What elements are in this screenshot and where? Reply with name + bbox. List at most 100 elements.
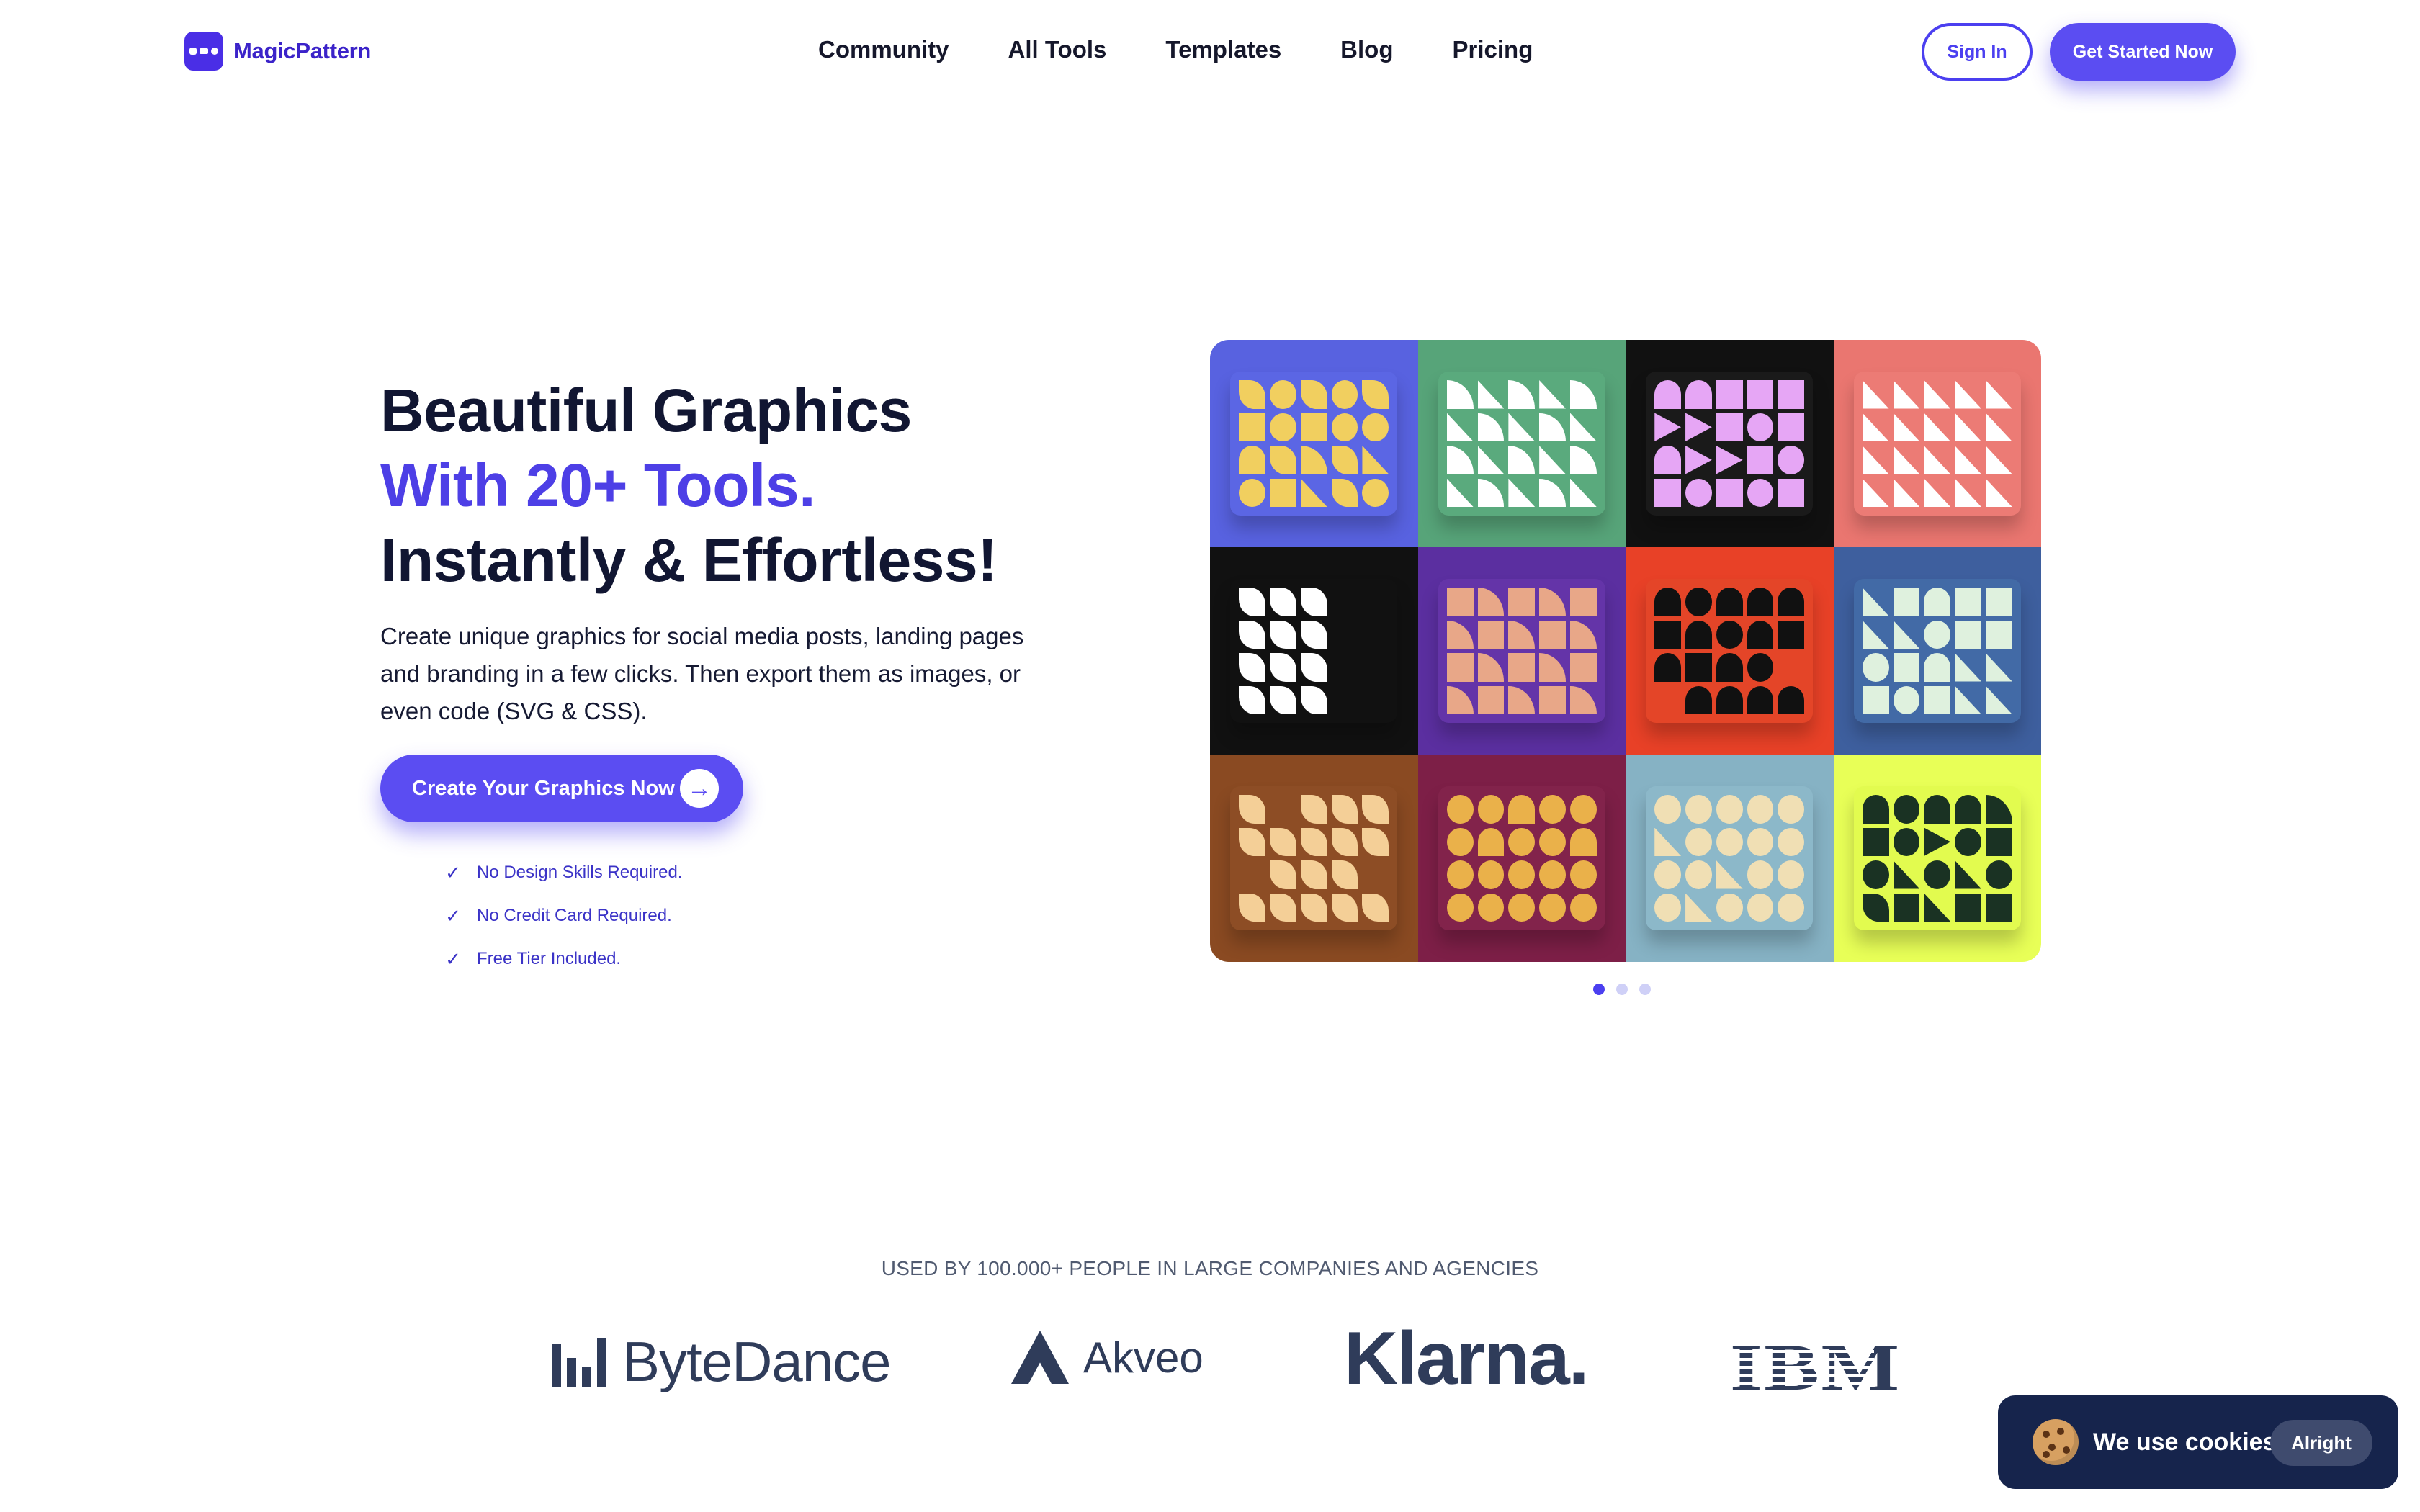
nav-community[interactable]: Community xyxy=(818,36,949,63)
pattern-shape xyxy=(1300,620,1327,649)
nav-pricing[interactable]: Pricing xyxy=(1453,36,1533,63)
klarna-wordmark: Klarna. xyxy=(1344,1317,1590,1400)
create-graphics-button[interactable]: Create Your Graphics Now → xyxy=(380,755,743,822)
feature-text: No Design Skills Required. xyxy=(477,863,683,882)
pattern-shape xyxy=(1985,620,2012,649)
nav-blog[interactable]: Blog xyxy=(1340,36,1393,63)
pattern-card xyxy=(1646,372,1814,516)
pattern-shape xyxy=(1685,588,1712,616)
pattern-shape xyxy=(1477,588,1505,616)
pattern-shape xyxy=(1477,685,1505,714)
pattern-shape xyxy=(1955,893,1981,922)
pattern-shape xyxy=(1893,685,1920,714)
carousel-dot[interactable] xyxy=(1639,984,1651,995)
pattern-shape xyxy=(1924,653,1951,682)
pattern-shape xyxy=(1569,620,1597,649)
pattern-shape xyxy=(1239,588,1266,616)
pattern-tile xyxy=(1833,547,2041,755)
pattern-shape xyxy=(1539,860,1566,889)
pattern-shape xyxy=(1300,446,1327,474)
pattern-shape xyxy=(1716,893,1743,922)
pattern-shape xyxy=(1955,860,1981,889)
pattern-shape xyxy=(1477,478,1505,507)
pattern-shape xyxy=(1569,588,1597,616)
pattern-shape xyxy=(1716,795,1743,824)
pattern-shape xyxy=(1477,380,1505,409)
nav-templates[interactable]: Templates xyxy=(1165,36,1281,63)
pattern-shape xyxy=(1539,588,1566,616)
pattern-shape xyxy=(1862,380,1889,409)
pattern-shape xyxy=(1270,413,1296,441)
feature-list: ✓ No Design Skills Required. ✓ No Credit C… xyxy=(444,851,682,981)
carousel-dot[interactable] xyxy=(1593,984,1605,995)
pattern-shape xyxy=(1955,588,1981,616)
klarna-logo: Klarna. xyxy=(1344,1316,1590,1402)
pattern-card xyxy=(1853,372,2021,516)
pattern-shape xyxy=(1716,446,1743,474)
get-started-button[interactable]: Get Started Now xyxy=(2050,23,2236,81)
pattern-shape xyxy=(1362,380,1389,409)
pattern-shape xyxy=(1270,478,1296,507)
carousel-dots xyxy=(1593,984,1651,995)
pattern-shape xyxy=(1270,588,1296,616)
pattern-shape xyxy=(1985,588,2012,616)
pattern-shape xyxy=(1508,478,1536,507)
pattern-shape xyxy=(1716,653,1743,682)
pattern-shape xyxy=(1716,827,1743,856)
bytedance-mark xyxy=(552,1337,606,1387)
pattern-shape xyxy=(1747,860,1774,889)
carousel-dot[interactable] xyxy=(1616,984,1628,995)
pattern-tile xyxy=(1626,340,1834,547)
pattern-shape xyxy=(1239,478,1266,507)
pattern-shape xyxy=(1362,893,1389,922)
check-icon: ✓ xyxy=(445,861,461,883)
pattern-shape xyxy=(1862,588,1889,616)
pattern-shape xyxy=(1747,620,1774,649)
pattern-shape xyxy=(1300,413,1327,441)
pattern-shape xyxy=(1685,380,1712,409)
pattern-tile xyxy=(1417,755,1626,962)
pattern-shape xyxy=(1685,685,1712,714)
pattern-shape xyxy=(1893,413,1920,441)
pattern-shape xyxy=(1331,827,1358,856)
pattern-shape xyxy=(1924,685,1951,714)
pattern-shape xyxy=(1862,413,1889,441)
pattern-shape xyxy=(1685,653,1712,682)
pattern-shape xyxy=(1862,685,1889,714)
pattern-shape xyxy=(1300,380,1327,409)
pattern-shape xyxy=(1893,795,1920,824)
pattern-shape xyxy=(1446,685,1474,714)
pattern-shape xyxy=(1477,893,1505,922)
pattern-shape xyxy=(1862,860,1889,889)
pattern-shape xyxy=(1331,380,1358,409)
pattern-shape xyxy=(1893,653,1920,682)
pattern-shape xyxy=(1539,827,1566,856)
sign-in-button[interactable]: Sign In xyxy=(1922,23,2033,81)
pattern-shape xyxy=(1893,827,1920,856)
akveo-wordmark: Akveo xyxy=(1083,1333,1204,1382)
pattern-shape xyxy=(1862,620,1889,649)
cookie-accept-button[interactable]: Alright xyxy=(2270,1420,2372,1466)
pattern-shape xyxy=(1955,620,1981,649)
pattern-tile xyxy=(1210,547,1418,755)
pattern-shape xyxy=(1893,620,1920,649)
pattern-card xyxy=(1438,579,1605,723)
nav-all-tools[interactable]: All Tools xyxy=(1008,36,1107,63)
pattern-shape xyxy=(1862,478,1889,507)
brand-logo[interactable]: MagicPattern xyxy=(184,32,371,71)
pattern-shape xyxy=(1654,478,1682,507)
brand-name: MagicPattern xyxy=(233,38,372,63)
hero-description: Create unique graphics for social media … xyxy=(380,623,1024,724)
pattern-shape xyxy=(1270,653,1296,682)
pattern-shape xyxy=(1239,380,1266,409)
pattern-shape xyxy=(1446,795,1474,824)
pattern-shape xyxy=(1654,413,1682,441)
pattern-shape xyxy=(1654,893,1682,922)
pattern-shape xyxy=(1569,413,1597,441)
pattern-shape xyxy=(1747,685,1774,714)
pattern-shape xyxy=(1239,795,1266,824)
pattern-shape xyxy=(1685,893,1712,922)
pattern-shape xyxy=(1477,413,1505,441)
pattern-shape xyxy=(1654,446,1682,474)
pattern-shape xyxy=(1362,413,1389,441)
